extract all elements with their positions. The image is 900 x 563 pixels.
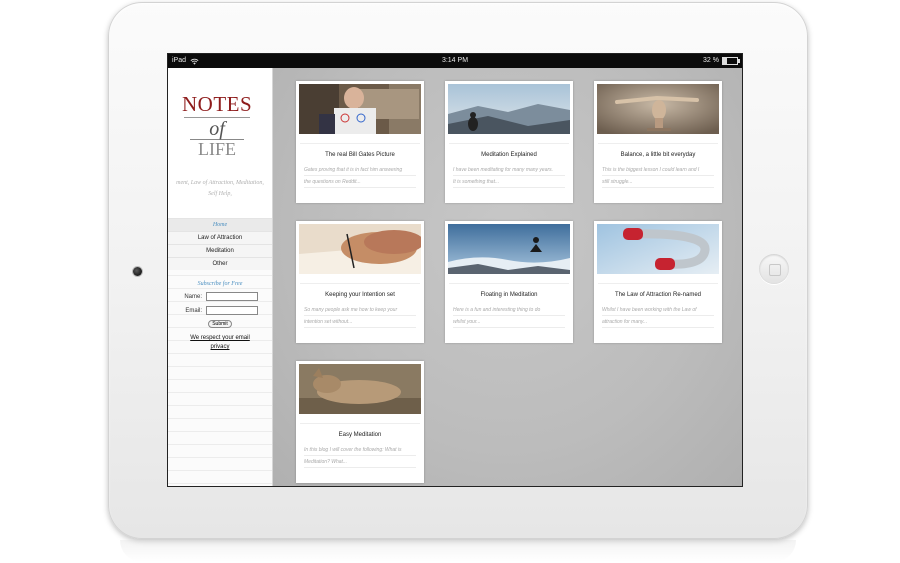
post-card[interactable]: Keeping your Intention set So many peopl… xyxy=(296,221,424,343)
post-excerpt: Gates proving that it is in fact him ans… xyxy=(304,164,416,188)
site-tagline: ment, Law of Attraction, Meditation, Sel… xyxy=(176,180,264,197)
post-title[interactable]: Keeping your Intention set xyxy=(296,292,424,298)
post-card[interactable]: Meditation Explained I have been meditat… xyxy=(445,81,573,203)
submit-button[interactable]: Submit xyxy=(208,320,232,328)
battery-percent: 32 % xyxy=(703,57,719,64)
post-image[interactable] xyxy=(299,224,421,274)
post-image[interactable] xyxy=(448,224,570,274)
email-label: Email: xyxy=(185,307,202,314)
camera-icon xyxy=(133,267,142,276)
logo-area: NOTES of LIFE ment, Law of Attraction, M… xyxy=(168,68,272,218)
post-excerpt: Here is a fun and interesting thing to d… xyxy=(453,304,565,328)
post-grid: The real Bill Gates Picture Gates provin… xyxy=(273,68,742,486)
logo-life: LIFE xyxy=(198,139,236,159)
post-image[interactable] xyxy=(597,84,719,134)
logo-of: of xyxy=(209,118,225,140)
subscribe-title: Subscribe for Free xyxy=(197,281,243,287)
status-bar: iPad 3:14 PM 32 % xyxy=(168,54,742,68)
ipad-reflection xyxy=(120,540,796,562)
privacy-link[interactable]: We respect your email privacy xyxy=(168,334,272,352)
site-logo[interactable]: NOTES of LIFE xyxy=(182,92,253,159)
nav-item-home[interactable]: Home xyxy=(168,218,272,231)
post-excerpt: This is the biggest lesson I could learn… xyxy=(602,164,714,188)
post-title[interactable]: Easy Meditation xyxy=(296,432,424,438)
name-field[interactable] xyxy=(206,292,258,301)
subscribe-form: Subscribe for Free Name: Email: Submit W… xyxy=(168,281,272,352)
post-title[interactable]: Balance, a little bit everyday xyxy=(594,152,722,158)
clock: 3:14 PM xyxy=(441,57,469,64)
name-label: Name: xyxy=(184,293,202,300)
post-excerpt: In this blog I will cover the following:… xyxy=(304,444,416,468)
nav-item-law-of-attraction[interactable]: Law of Attraction xyxy=(168,231,272,244)
sidebar-nav: Home Law of Attraction Meditation Other xyxy=(168,218,272,270)
post-image[interactable] xyxy=(299,364,421,414)
post-title[interactable]: Floating in Meditation xyxy=(445,292,573,298)
sidebar: NOTES of LIFE ment, Law of Attraction, M… xyxy=(168,68,273,486)
post-excerpt: So many people ask me how to keep your i… xyxy=(304,304,416,328)
logo-notes: NOTES xyxy=(182,92,253,116)
post-image[interactable] xyxy=(299,84,421,134)
ipad-screen: iPad 3:14 PM 32 % NOTES of LIFE ment, La… xyxy=(167,53,743,487)
nav-item-other[interactable]: Other xyxy=(168,257,272,270)
post-card[interactable]: Balance, a little bit everyday This is t… xyxy=(594,81,722,203)
post-excerpt: Whilst I have been working with the Law … xyxy=(602,304,714,328)
battery-icon xyxy=(722,57,740,65)
post-title[interactable]: The real Bill Gates Picture xyxy=(296,152,424,158)
post-excerpt: I have been meditating for many many yea… xyxy=(453,164,565,188)
post-title[interactable]: The Law of Attraction Re-named xyxy=(594,292,722,298)
post-image[interactable] xyxy=(448,84,570,134)
email-field[interactable] xyxy=(206,306,258,315)
post-card[interactable]: Floating in Meditation Here is a fun and… xyxy=(445,221,573,343)
post-title[interactable]: Meditation Explained xyxy=(445,152,573,158)
post-card[interactable]: The real Bill Gates Picture Gates provin… xyxy=(296,81,424,203)
home-button[interactable] xyxy=(759,254,789,284)
post-card[interactable]: Easy Meditation In this blog I will cove… xyxy=(296,361,424,483)
nav-item-meditation[interactable]: Meditation xyxy=(168,244,272,257)
post-card[interactable]: The Law of Attraction Re-named Whilst I … xyxy=(594,221,722,343)
post-image[interactable] xyxy=(597,224,719,274)
